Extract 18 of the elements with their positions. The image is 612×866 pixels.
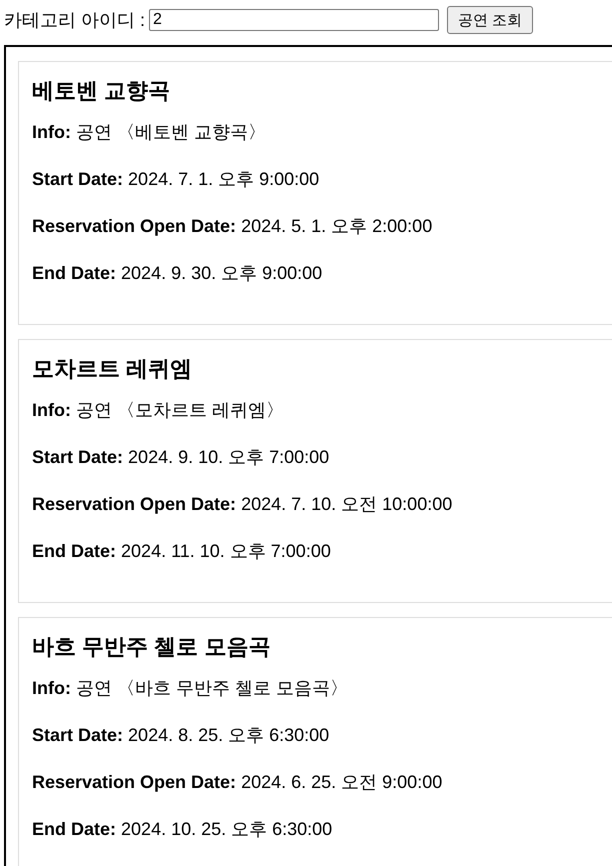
performance-detail: Info: 공연 〈바흐 무반주 첼로 모음곡〉	[32, 677, 350, 700]
performance-title: 바흐 무반주 첼로 모음곡	[32, 633, 272, 661]
performance-title: 모차르트 레퀴엠	[32, 355, 194, 383]
performance-detail: End Date: 2024. 11. 10. 오후 7:00:00	[32, 540, 332, 563]
performance-title: 베토벤 교향곡	[32, 77, 172, 105]
performance-detail: End Date: 2024. 9. 30. 오후 9:00:00	[32, 262, 324, 285]
performance-detail: Start Date: 2024. 8. 25. 오후 6:30:00	[32, 724, 330, 747]
performance-detail: Info: 공연 〈모차르트 레퀴엠〉	[32, 399, 286, 422]
performance-detail: Info: 공연 〈베토벤 교향곡〉	[32, 121, 268, 144]
category-id-label: 카테고리 아이디 :	[4, 9, 146, 32]
performance-detail: Start Date: 2024. 7. 1. 오후 9:00:00	[32, 168, 320, 191]
performance-detail: Reservation Open Date: 2024. 6. 25. 오전 9:00:00	[32, 771, 444, 794]
performance-detail: Reservation Open Date: 2024. 5. 1. 오후 2:00:00	[32, 215, 434, 238]
search-performance-button[interactable]: 공연 조회	[447, 6, 534, 34]
category-id-input[interactable]: 2	[149, 9, 440, 31]
performance-detail: Start Date: 2024. 9. 10. 오후 7:00:00	[32, 446, 330, 469]
performance-detail: End Date: 2024. 10. 25. 오후 6:30:00	[32, 818, 334, 841]
performance-detail: Reservation Open Date: 2024. 7. 10. 오전 10:00:00	[32, 493, 454, 516]
